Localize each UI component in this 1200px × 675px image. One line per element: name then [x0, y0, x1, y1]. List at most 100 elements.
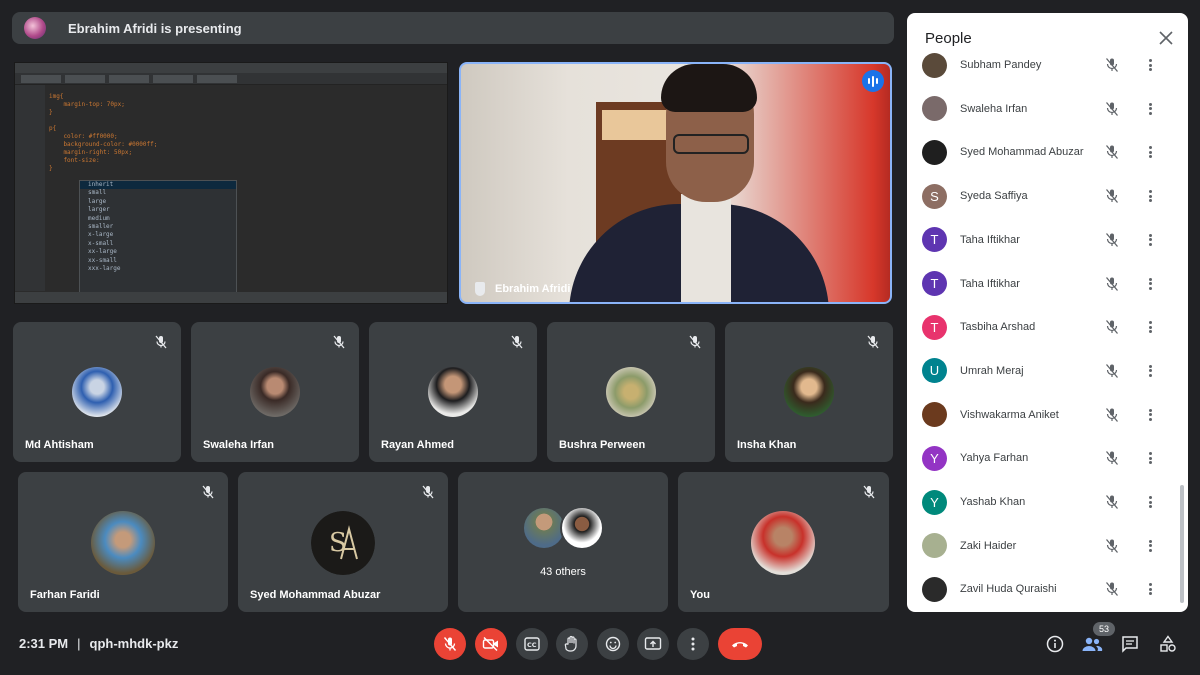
- info-icon: [1046, 635, 1064, 653]
- speaker-glasses: [673, 134, 749, 154]
- more-vert-icon[interactable]: [1147, 450, 1153, 466]
- camera-toggle-button[interactable]: [475, 628, 507, 660]
- participant-avatar: [922, 402, 947, 428]
- close-icon[interactable]: [1158, 30, 1174, 46]
- participant-row[interactable]: Subham Pandey: [907, 45, 1188, 85]
- participant-list[interactable]: Subham Pandey Swaleha Irfan Syed Mohammad …: [907, 45, 1188, 612]
- participant-name: Tasbiha Arshad: [960, 321, 1036, 334]
- participant-row[interactable]: Y Yahya Farhan: [907, 438, 1188, 478]
- main-video-name: Ebrahim Afridi: [475, 282, 570, 296]
- meeting-code[interactable]: qph-mhdk-pkz: [90, 636, 179, 651]
- presenting-text: Ebrahim Afridi is presenting: [68, 20, 242, 36]
- autocomplete-item: medium: [88, 214, 110, 222]
- participant-row[interactable]: T Tasbiha Arshad: [907, 307, 1188, 347]
- ide-menu-bar: [15, 63, 447, 73]
- participant-row[interactable]: Zavil Huda Quraishi: [907, 569, 1188, 609]
- participant-row[interactable]: T Taha Iftikhar: [907, 220, 1188, 260]
- chat-button[interactable]: [1118, 632, 1142, 656]
- participant-row[interactable]: S Syeda Saffiya: [907, 176, 1188, 216]
- mic-toggle-button[interactable]: [434, 628, 466, 660]
- people-panel: People Subham Pandey Swaleha Irfan Syed Mo…: [907, 13, 1188, 612]
- people-button[interactable]: [1080, 632, 1104, 656]
- participant-tile[interactable]: Md Ahtisham: [13, 322, 181, 462]
- participant-tile[interactable]: Rayan Ahmed: [369, 322, 537, 462]
- more-vert-icon: [691, 637, 695, 651]
- others-tile[interactable]: 43 others: [458, 472, 668, 612]
- more-vert-icon[interactable]: [1147, 407, 1153, 423]
- participant-row[interactable]: Swaleha Irfan: [907, 89, 1188, 129]
- participant-name: Taha Iftikhar: [960, 277, 1020, 290]
- more-vert-icon[interactable]: [1147, 494, 1153, 510]
- activities-button[interactable]: [1156, 632, 1180, 656]
- svg-text:CC: CC: [527, 641, 537, 649]
- mic-off-icon: [1105, 450, 1119, 466]
- participant-tile[interactable]: Bushra Perween: [547, 322, 715, 462]
- participant-name: Md Ahtisham: [25, 439, 94, 451]
- participant-tile[interactable]: Farhan Faridi: [18, 472, 228, 612]
- mic-off-icon: [511, 335, 523, 349]
- more-vert-icon[interactable]: [1147, 319, 1153, 335]
- autocomplete-item: xxx-large: [88, 264, 121, 272]
- more-vert-icon[interactable]: [1147, 538, 1153, 554]
- reactions-button[interactable]: [597, 628, 629, 660]
- more-vert-icon[interactable]: [1147, 57, 1153, 73]
- participant-avatar: U: [922, 358, 947, 384]
- participant-row[interactable]: Y Yashab Khan: [907, 482, 1188, 522]
- people-icon: [1082, 637, 1103, 651]
- emoji-icon: [605, 636, 621, 652]
- captions-button[interactable]: CC: [516, 628, 548, 660]
- participant-tile[interactable]: Insha Khan: [725, 322, 893, 462]
- speaker-shirt: [681, 194, 731, 302]
- others-avatar-stack: [524, 506, 604, 550]
- participant-name: Swaleha Irfan: [960, 102, 1028, 115]
- meeting-details-button[interactable]: [1043, 632, 1067, 656]
- mic-off-icon: [1105, 57, 1119, 73]
- code-line: margin-top: 70px;: [49, 101, 125, 108]
- participant-row[interactable]: T Taha Iftikhar: [907, 264, 1188, 304]
- screen-share-view[interactable]: img{ margin-top: 70px;} p{ color: #ff0000…: [14, 62, 448, 304]
- more-vert-icon[interactable]: [1147, 188, 1153, 204]
- participant-avatar: [72, 367, 122, 417]
- participant-row[interactable]: U Umrah Meraj: [907, 351, 1188, 391]
- participant-avatar: [428, 367, 478, 417]
- hang-up-icon: [732, 642, 748, 648]
- present-icon: [644, 637, 662, 650]
- participant-row[interactable]: Syed Mohammad Abuzar: [907, 132, 1188, 172]
- mic-off-icon: [422, 485, 434, 499]
- more-vert-icon[interactable]: [1147, 276, 1153, 292]
- participant-name: Farhan Faridi: [30, 589, 100, 601]
- participant-tile[interactable]: Swaleha Irfan: [191, 322, 359, 462]
- more-vert-icon[interactable]: [1147, 101, 1153, 117]
- presenting-banner: Ebrahim Afridi is presenting: [12, 12, 894, 44]
- participant-name: Taha Iftikhar: [960, 233, 1020, 246]
- participant-avatar: T: [922, 271, 947, 296]
- chat-icon: [1122, 636, 1138, 653]
- participant-avatar: T: [922, 227, 947, 253]
- self-tile[interactable]: You: [678, 472, 889, 612]
- presenter-avatar-icon: [24, 17, 46, 39]
- main-speaker-video[interactable]: Ebrahim Afridi: [459, 62, 892, 304]
- autocomplete-item: large: [88, 197, 107, 205]
- participant-name: Subham Pandey: [960, 59, 1042, 71]
- participant-row[interactable]: Zaki Haider: [907, 526, 1188, 566]
- svg-text:S: S: [329, 528, 347, 558]
- mic-off-icon: [1105, 538, 1119, 554]
- participant-avatar: T: [922, 314, 947, 340]
- more-vert-icon[interactable]: [1147, 581, 1153, 597]
- participant-row[interactable]: Vishwakarma Aniket: [907, 395, 1188, 435]
- present-screen-button[interactable]: [637, 628, 669, 660]
- participant-name: Zaki Haider: [960, 539, 1017, 552]
- camera-off-icon: [482, 637, 498, 651]
- leave-call-button[interactable]: [718, 628, 762, 660]
- pin-icon[interactable]: [475, 282, 485, 296]
- more-options-button[interactable]: [677, 628, 709, 660]
- code-line: font-size:: [49, 157, 104, 164]
- more-vert-icon[interactable]: [1147, 363, 1153, 379]
- participant-name: Umrah Meraj: [960, 364, 1024, 377]
- people-scrollbar[interactable]: [1180, 485, 1184, 603]
- more-vert-icon[interactable]: [1147, 232, 1153, 248]
- participant-tile[interactable]: S Syed Mohammad Abuzar: [238, 472, 448, 612]
- raise-hand-button[interactable]: [556, 628, 588, 660]
- more-vert-icon[interactable]: [1147, 144, 1153, 160]
